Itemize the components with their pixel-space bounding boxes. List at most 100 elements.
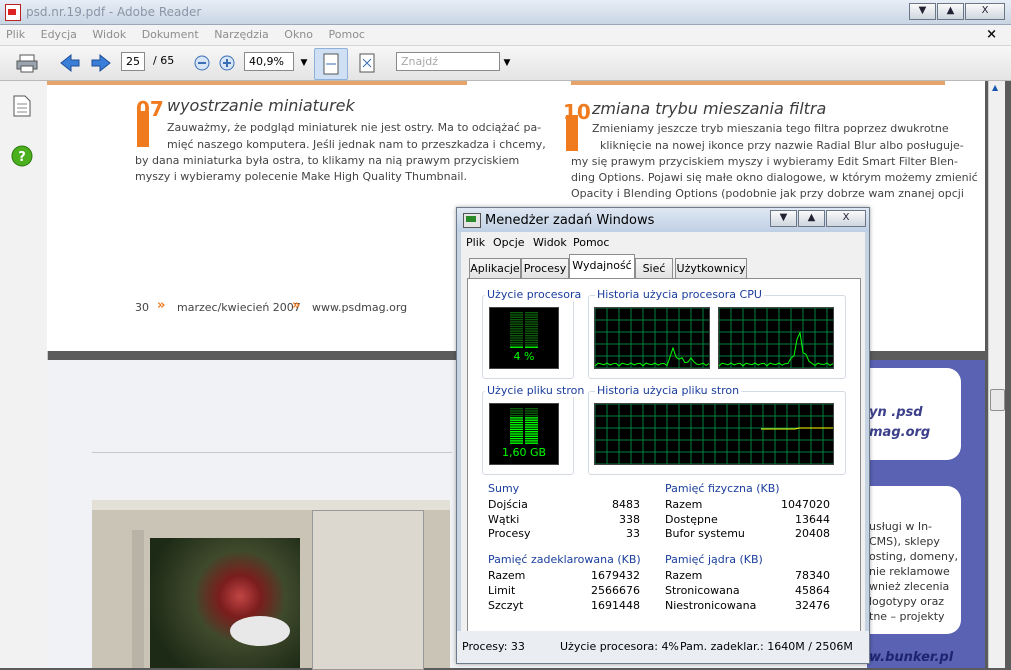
cpu-history-label: Historia użycia procesora CPU — [595, 288, 764, 301]
menu-edit[interactable]: Edycja — [41, 25, 77, 45]
stat-value: 8483 — [612, 498, 640, 511]
tab-users[interactable]: Użytkownicy — [675, 258, 747, 278]
next-page-icon[interactable] — [90, 53, 112, 73]
reader-window-title: psd.nr.19.pdf - Adobe Reader — [26, 5, 202, 19]
stat-label: Dostępne — [665, 513, 718, 526]
section-title: zmiana trybu mieszania filtra — [592, 99, 827, 118]
tm-minimize-button[interactable]: ▼ — [770, 210, 797, 227]
advert-text: usługi w In- — [869, 520, 933, 533]
menu-view[interactable]: Widok — [92, 25, 126, 45]
pagefile-usage-label: Użycie pliku stron — [485, 384, 587, 397]
image-canvas — [150, 538, 300, 668]
advert-text: w.bunker.pl — [869, 650, 954, 665]
tab-performance[interactable]: Wydajność — [569, 254, 635, 279]
stat-label: Razem — [665, 498, 703, 511]
page-number-input[interactable]: 25 — [121, 52, 145, 71]
tm-close-button[interactable]: X — [826, 210, 866, 227]
page-top-band — [571, 81, 945, 85]
body-text-line: Opacity i Blending Options (podobnie jak… — [571, 187, 964, 200]
body-text-line: my się prawym przyciskiem myszy i wybier… — [571, 155, 958, 168]
image-layers-panel — [312, 510, 424, 670]
footer-issue: marzec/kwiecień 2007 — [177, 301, 301, 314]
task-manager-status-bar: Procesy: 33 Użycie procesora: 4% Pam. za… — [457, 631, 869, 663]
tm-menu-view[interactable]: Widok — [533, 236, 567, 249]
print-icon[interactable] — [16, 53, 38, 73]
body-text-line: Zauważmy, że podgląd miniaturek nie jest… — [167, 121, 542, 134]
scrollbar-thumb[interactable] — [990, 389, 1005, 411]
tm-menu-options[interactable]: Opcje — [493, 236, 525, 249]
menu-tools[interactable]: Narzędzia — [214, 25, 269, 45]
advert-text: tne – projekty — [869, 610, 945, 623]
zoom-level-input[interactable]: 40,9% — [244, 52, 294, 71]
footer-page-number: 30 — [135, 301, 149, 314]
stat-label: Niestronicowana — [665, 599, 757, 612]
advert-text: mag.org — [869, 425, 931, 440]
stat-value: 13644 — [795, 513, 830, 526]
menu-file[interactable]: Plik — [6, 25, 25, 45]
footer-separator: » — [157, 298, 166, 313]
reader-vertical-scrollbar[interactable]: ▲ — [988, 81, 1005, 668]
stat-value: 32476 — [795, 599, 830, 612]
pages-panel-icon[interactable] — [13, 95, 31, 120]
section-number: 10 — [563, 100, 591, 124]
fit-page-icon[interactable] — [356, 53, 378, 73]
stat-value: 1691448 — [591, 599, 640, 612]
tab-processes[interactable]: Procesy — [521, 258, 569, 278]
task-manager-icon — [463, 213, 481, 228]
photoshop-screenshot-image — [92, 500, 450, 670]
cpu-history-graph-core-2 — [718, 307, 834, 369]
performance-panel: Użycie procesora 4 % Historia użycia pro… — [467, 278, 861, 632]
stat-value: 45864 — [795, 584, 830, 597]
scroll-up-icon[interactable]: ▲ — [992, 83, 998, 92]
tab-applications[interactable]: Aplikacje — [469, 258, 521, 278]
fit-width-icon[interactable] — [314, 48, 348, 80]
stat-label: Procesy — [488, 527, 531, 540]
stat-label: Limit — [488, 584, 516, 597]
menu-document[interactable]: Dokument — [142, 25, 199, 45]
reader-close-button[interactable]: X — [965, 3, 1005, 20]
footer-separator: » — [292, 298, 301, 313]
task-manager-title: Menedżer zadań Windows — [485, 213, 655, 228]
advert-text: logotypy oraz — [869, 595, 945, 608]
close-document-button[interactable]: × — [986, 25, 997, 45]
zoom-dropdown-arrow-icon[interactable]: ▼ — [293, 53, 315, 73]
body-text-line: Zmieniamy jeszcze tryb mieszania tego fi… — [592, 122, 949, 135]
help-icon[interactable]: ? — [11, 145, 33, 170]
reader-minimize-button[interactable]: ▼ — [909, 3, 936, 20]
tm-menu-file[interactable]: Plik — [466, 236, 485, 249]
status-commit-memory: Pam. zadeklar.: 1640M / 2506M — [680, 640, 853, 653]
stat-value: 1047020 — [781, 498, 830, 511]
task-manager-window: Menedżer zadań Windows ▼ ▲ X Plik Opcje … — [456, 207, 870, 664]
kernel-memory-title: Pamięć jądra (KB) — [665, 553, 763, 566]
advert-panel: yn .psd mag.org usługi w In- CMS), sklep… — [857, 360, 985, 668]
advert-text: wnież zlecenia — [869, 580, 950, 593]
stat-value: 20408 — [795, 527, 830, 540]
image-tools-strip — [132, 530, 144, 668]
footer-website: www.psdmag.org — [312, 301, 408, 314]
status-cpu-usage: Użycie procesora: 4% — [560, 640, 679, 653]
stat-label: Razem — [488, 569, 526, 582]
zoom-out-icon[interactable] — [191, 53, 213, 73]
pdf-file-icon — [5, 4, 21, 21]
status-processes: Procesy: 33 — [462, 640, 525, 653]
page-top-band — [47, 81, 467, 85]
menu-help[interactable]: Pomoc — [329, 25, 365, 45]
task-manager-title-bar: Menedżer zadań Windows ▼ ▲ X — [457, 208, 869, 232]
stat-value: 338 — [619, 513, 640, 526]
reader-maximize-button[interactable]: ▲ — [937, 3, 964, 20]
previous-page-icon[interactable] — [59, 53, 81, 73]
stat-label: Razem — [665, 569, 703, 582]
cpu-usage-label: Użycie procesora — [485, 288, 584, 301]
find-input[interactable]: Znajdź — [396, 52, 500, 71]
body-text-line: myszy i wybieramy polecenie Make High Qu… — [135, 170, 467, 183]
tab-network[interactable]: Sieć — [635, 258, 673, 278]
pagefile-history-graph — [594, 403, 834, 465]
tm-menu-help[interactable]: Pomoc — [573, 236, 609, 249]
tm-maximize-button[interactable]: ▲ — [798, 210, 825, 227]
section-number: 07 — [136, 97, 164, 121]
physical-memory-title: Pamięć fizyczna (KB) — [665, 482, 780, 495]
advert-text: CMS), sklepy — [869, 535, 940, 548]
menu-window[interactable]: Okno — [284, 25, 313, 45]
zoom-in-icon[interactable] — [216, 53, 238, 73]
reader-toolbar: ▼ ▼ — [0, 46, 1011, 81]
